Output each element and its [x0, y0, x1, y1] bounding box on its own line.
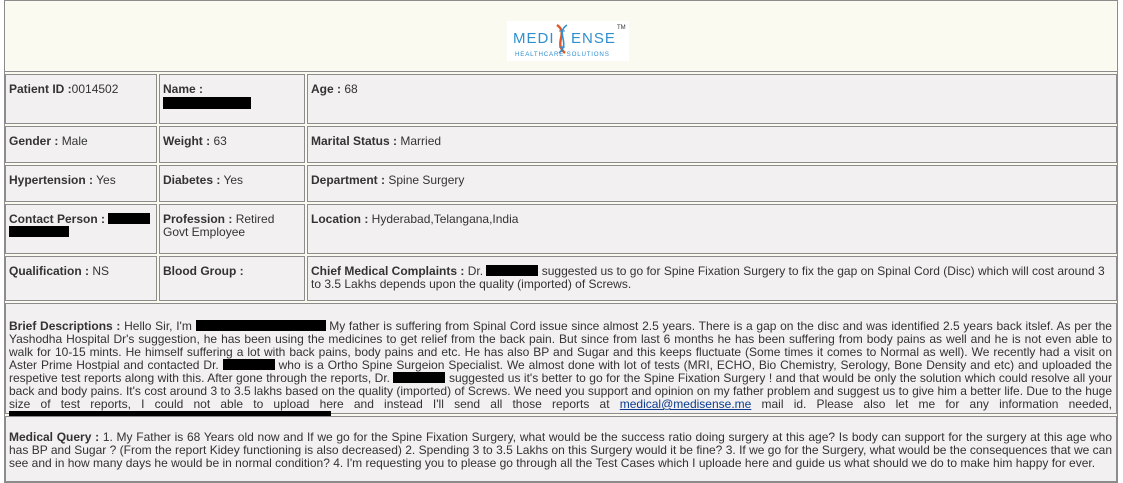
blood-group-label: Blood Group : — [163, 264, 244, 278]
contact-person-label: Contact Person : — [9, 212, 106, 226]
hypertension-cell: Hypertension : Yes — [5, 165, 157, 202]
weight-cell: Weight : 63 — [159, 126, 305, 163]
patient-id-label: Patient ID : — [9, 82, 72, 96]
hypertension-label: Hypertension : — [9, 173, 94, 187]
weight-value: 63 — [213, 134, 227, 148]
qualification-label: Qualification : — [9, 264, 90, 278]
redacted-doctor-name-2 — [222, 359, 275, 370]
department-label: Department : — [311, 173, 386, 187]
location-label: Location : — [311, 212, 369, 226]
gender-cell: Gender : Male — [5, 126, 157, 163]
department-cell: Department : Spine Surgery — [307, 165, 1117, 202]
logo-tagline: HEALTHCARE SOLUTIONS — [515, 51, 610, 58]
diabetes-label: Diabetes : — [163, 173, 221, 187]
email-link[interactable]: medical@medisense.me — [620, 397, 752, 411]
redacted-contact-name-2 — [9, 226, 69, 237]
qualification-cell: Qualification : NS — [5, 256, 157, 301]
age-cell: Age : 68 — [307, 74, 1117, 124]
hypertension-value: Yes — [96, 173, 116, 187]
patient-record-sheet: MEDI ENSE TM HEALTHCARE SOLUTIONS Patien… — [4, 0, 1118, 483]
location-cell: Location : Hyderabad,Telangana,India — [307, 204, 1117, 254]
redacted-author-name — [195, 320, 326, 331]
diabetes-cell: Diabetes : Yes — [159, 165, 305, 202]
brief-text-part4: mail id. Please also let me for any info… — [761, 397, 1112, 411]
department-value: Spine Surgery — [388, 173, 465, 187]
logo-text-left: MEDI — [513, 30, 555, 47]
brief-descriptions-cell: Brief Descriptions : Hello Sir, I'm My f… — [5, 303, 1117, 422]
marital-status-value: Married — [400, 134, 442, 148]
medical-query-cell: Medical Query : 1. My Father is 68 Years… — [5, 416, 1117, 482]
logo-text-right: ENSE — [571, 30, 616, 47]
patient-id-cell: Patient ID :0014502 — [5, 74, 157, 124]
weight-label: Weight : — [163, 134, 211, 148]
age-value: 68 — [344, 82, 358, 96]
location-value: Hyderabad,Telangana,India — [371, 212, 519, 226]
marital-status-cell: Marital Status : Married — [307, 126, 1117, 163]
medisense-logo: MEDI ENSE TM HEALTHCARE SOLUTIONS — [507, 21, 629, 61]
name-cell: Name : — [159, 74, 305, 124]
redacted-doctor-name-3 — [393, 372, 446, 383]
trademark-mark: TM — [617, 25, 626, 31]
contact-person-cell: Contact Person : — [5, 204, 157, 254]
name-label: Name : — [163, 82, 204, 96]
gender-label: Gender : — [9, 134, 59, 148]
patient-id-value: 0014502 — [71, 82, 119, 96]
chief-complaints-label: Chief Medical Complaints : — [311, 264, 465, 278]
medical-query-text: 1. My Father is 68 Years old now and If … — [9, 430, 1112, 470]
brief-greeting: Hello Sir, I'm — [124, 319, 192, 333]
chief-complaints-doctor-prefix: Dr. — [467, 264, 484, 278]
header-band: MEDI ENSE TM HEALTHCARE SOLUTIONS — [5, 1, 1117, 72]
redacted-doctor-name — [486, 265, 539, 276]
redacted-name — [163, 97, 251, 109]
brief-descriptions-label: Brief Descriptions : — [9, 319, 121, 333]
age-label: Age : — [311, 82, 341, 96]
gender-value: Male — [61, 134, 88, 148]
profession-cell: Profession : Retired Govt Employee — [159, 204, 305, 254]
medical-query-label: Medical Query : — [9, 430, 100, 444]
profession-label: Profession : — [163, 212, 233, 226]
diabetes-value: Yes — [223, 173, 244, 187]
redacted-contact-name — [108, 213, 151, 224]
chief-complaints-cell: Chief Medical Complaints : Dr. suggested… — [307, 256, 1117, 301]
qualification-value: NS — [92, 264, 110, 278]
blood-group-cell: Blood Group : — [159, 256, 305, 301]
marital-status-label: Marital Status : — [311, 134, 398, 148]
